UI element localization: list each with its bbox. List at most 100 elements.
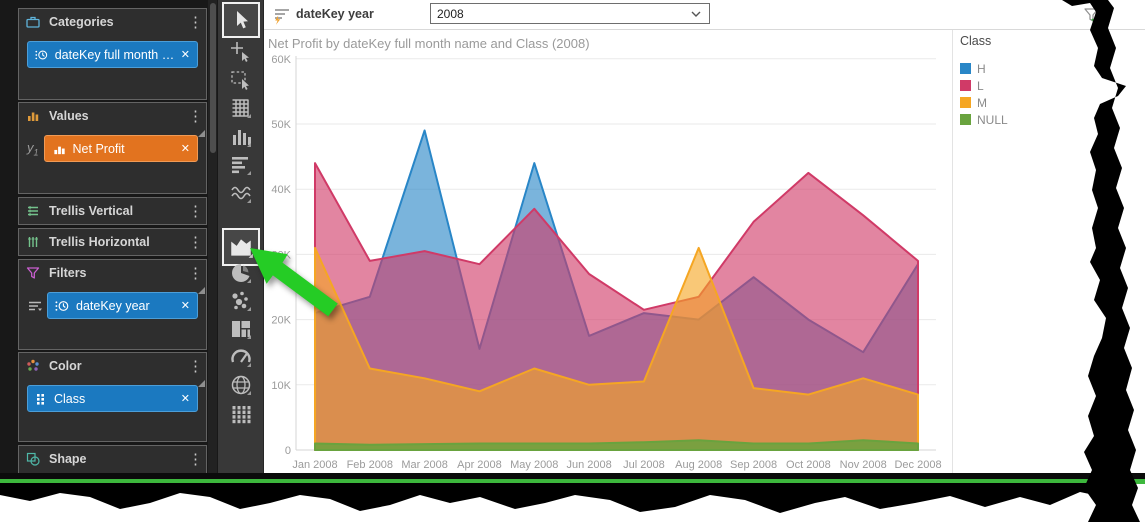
funnel-icon — [25, 265, 41, 281]
legend-label: L — [977, 79, 984, 93]
map-globe-icon — [229, 373, 253, 397]
table-visual-tool[interactable] — [229, 96, 253, 120]
matrix-tool[interactable] — [229, 402, 253, 426]
panel-values-header[interactable]: Values ⋮ — [19, 103, 206, 129]
chip-remove-icon[interactable]: ✕ — [181, 299, 190, 312]
legend-item-l[interactable]: L — [960, 77, 1080, 94]
pie-chart-tool[interactable] — [229, 261, 253, 285]
chip-label: dateKey year — [76, 299, 175, 313]
crosshair-tool[interactable] — [229, 40, 253, 64]
svg-text:Aug 2008: Aug 2008 — [675, 459, 722, 471]
treemap-tool[interactable] — [229, 317, 253, 341]
y1-axis-label: y1 — [27, 140, 39, 158]
scatter-chart-tool[interactable] — [229, 289, 253, 313]
svg-text:Oct 2008: Oct 2008 — [786, 459, 831, 471]
panel-fold — [198, 380, 205, 387]
area-chart-plot[interactable]: 010K20K30K40K50K60KJan 2008Feb 2008Mar 2… — [264, 30, 954, 474]
color-dots-icon — [25, 358, 41, 374]
kebab-menu-icon[interactable]: ⋮ — [188, 235, 200, 250]
panel-values: Values ⋮ y1 Net Profit ✕ — [18, 102, 207, 194]
column-chart-icon — [229, 125, 253, 149]
chip-remove-icon[interactable]: ✕ — [181, 392, 190, 405]
sidebar-scrollbar-thumb[interactable] — [210, 3, 216, 153]
svg-text:Nov 2008: Nov 2008 — [840, 459, 887, 471]
panel-label: Values — [49, 109, 188, 123]
legend-label: NULL — [977, 113, 1008, 127]
fields-sidebar: Categories ⋮ dateKey full month na... ✕ … — [0, 0, 218, 474]
bar-chart-tool[interactable] — [229, 153, 253, 177]
pointer-tool[interactable] — [222, 2, 260, 38]
gauge-icon — [229, 345, 253, 369]
legend-item-null[interactable]: NULL — [960, 111, 1080, 128]
chip-remove-icon[interactable]: ✕ — [181, 142, 190, 155]
svg-text:60K: 60K — [271, 54, 291, 66]
visual-type-toolbar — [218, 0, 264, 474]
svg-text:Jan 2008: Jan 2008 — [292, 459, 337, 471]
legend-swatch — [960, 63, 971, 74]
panel-shape-header[interactable]: Shape ⋮ — [19, 446, 206, 472]
panel-categories: Categories ⋮ dateKey full month na... ✕ — [18, 8, 207, 100]
panel-trellis-horizontal-header[interactable]: Trellis Horizontal ⋮ — [19, 229, 206, 255]
svg-text:Dec 2008: Dec 2008 — [894, 459, 941, 471]
panel-color-header[interactable]: Color ⋮ — [19, 353, 206, 379]
slicer-icon — [272, 6, 292, 26]
kebab-menu-icon[interactable]: ⋮ — [188, 452, 200, 467]
panel-filters-header[interactable]: Filters ⋮ — [19, 260, 206, 286]
briefcase-icon — [25, 14, 41, 30]
kebab-menu-icon[interactable]: ⋮ — [188, 204, 200, 219]
value-bars-icon — [25, 108, 41, 124]
column-chart-tool[interactable] — [229, 125, 253, 149]
chevron-down-icon — [689, 7, 703, 21]
crosshair-pointer-icon — [229, 40, 253, 64]
funnel-check-icon[interactable] — [1082, 5, 1102, 25]
svg-text:Apr 2008: Apr 2008 — [457, 459, 502, 471]
app-window: { "sidebar": { "panels": [ {"label": "Ca… — [0, 0, 1145, 522]
panel-trellis-vertical: Trellis Vertical ⋮ — [18, 197, 207, 225]
gauge-tool[interactable] — [229, 345, 253, 369]
legend-title: Class — [960, 34, 1080, 48]
svg-text:Sep 2008: Sep 2008 — [730, 459, 777, 471]
filter-chip-datekey-year[interactable]: dateKey year ✕ — [47, 292, 198, 319]
panel-shape: Shape ⋮ — [18, 445, 207, 474]
chip-label: Class — [54, 392, 175, 406]
chip-remove-icon[interactable]: ✕ — [181, 48, 190, 61]
field-chip-datekey-full-month-name[interactable]: dateKey full month na... ✕ — [27, 41, 198, 68]
trellis-vertical-icon — [25, 203, 41, 219]
kebab-menu-icon[interactable]: ⋮ — [188, 359, 200, 374]
chip-label: dateKey full month na... — [55, 48, 175, 62]
panel-label: Color — [49, 359, 188, 373]
scatter-chart-icon — [229, 289, 253, 313]
bar-chart-icon — [229, 153, 253, 177]
measure-bars-icon — [52, 141, 67, 157]
measure-chip-net-profit[interactable]: Net Profit ✕ — [44, 135, 198, 162]
legend-label: H — [977, 62, 986, 76]
treemap-icon — [229, 317, 253, 341]
legend: Class H L M NULL — [960, 34, 1080, 128]
marquee-select-tool[interactable] — [229, 68, 253, 92]
chip-label: Net Profit — [73, 142, 175, 156]
panel-label: Shape — [49, 452, 188, 466]
legend-label: M — [977, 96, 987, 110]
panel-label: Trellis Vertical — [49, 204, 188, 218]
panel-categories-header[interactable]: Categories ⋮ — [19, 9, 206, 35]
kebab-menu-icon[interactable]: ⋮ — [188, 266, 200, 281]
svg-text:Feb 2008: Feb 2008 — [347, 459, 393, 471]
color-chip-class[interactable]: Class ✕ — [27, 385, 198, 412]
kebab-menu-icon[interactable]: ⋮ — [188, 109, 200, 124]
panel-label: Categories — [49, 15, 188, 29]
year-dropdown[interactable]: 2008 — [430, 3, 710, 24]
legend-item-h[interactable]: H — [960, 60, 1080, 77]
slicer-bar: dateKey year 2008 — [264, 0, 1145, 30]
map-tool[interactable] — [229, 373, 253, 397]
svg-text:50K: 50K — [271, 119, 291, 131]
legend-item-m[interactable]: M — [960, 94, 1080, 111]
date-field-icon — [35, 47, 49, 63]
svg-text:20K: 20K — [271, 315, 291, 327]
panel-filters: Filters ⋮ dateKey year ✕ — [18, 259, 207, 350]
kebab-menu-icon[interactable]: ⋮ — [188, 15, 200, 30]
line-chart-tool[interactable] — [229, 181, 253, 205]
panel-trellis-vertical-header[interactable]: Trellis Vertical ⋮ — [19, 198, 206, 224]
svg-text:10K: 10K — [271, 380, 291, 392]
svg-text:30K: 30K — [271, 249, 291, 261]
matrix-icon — [229, 402, 253, 426]
